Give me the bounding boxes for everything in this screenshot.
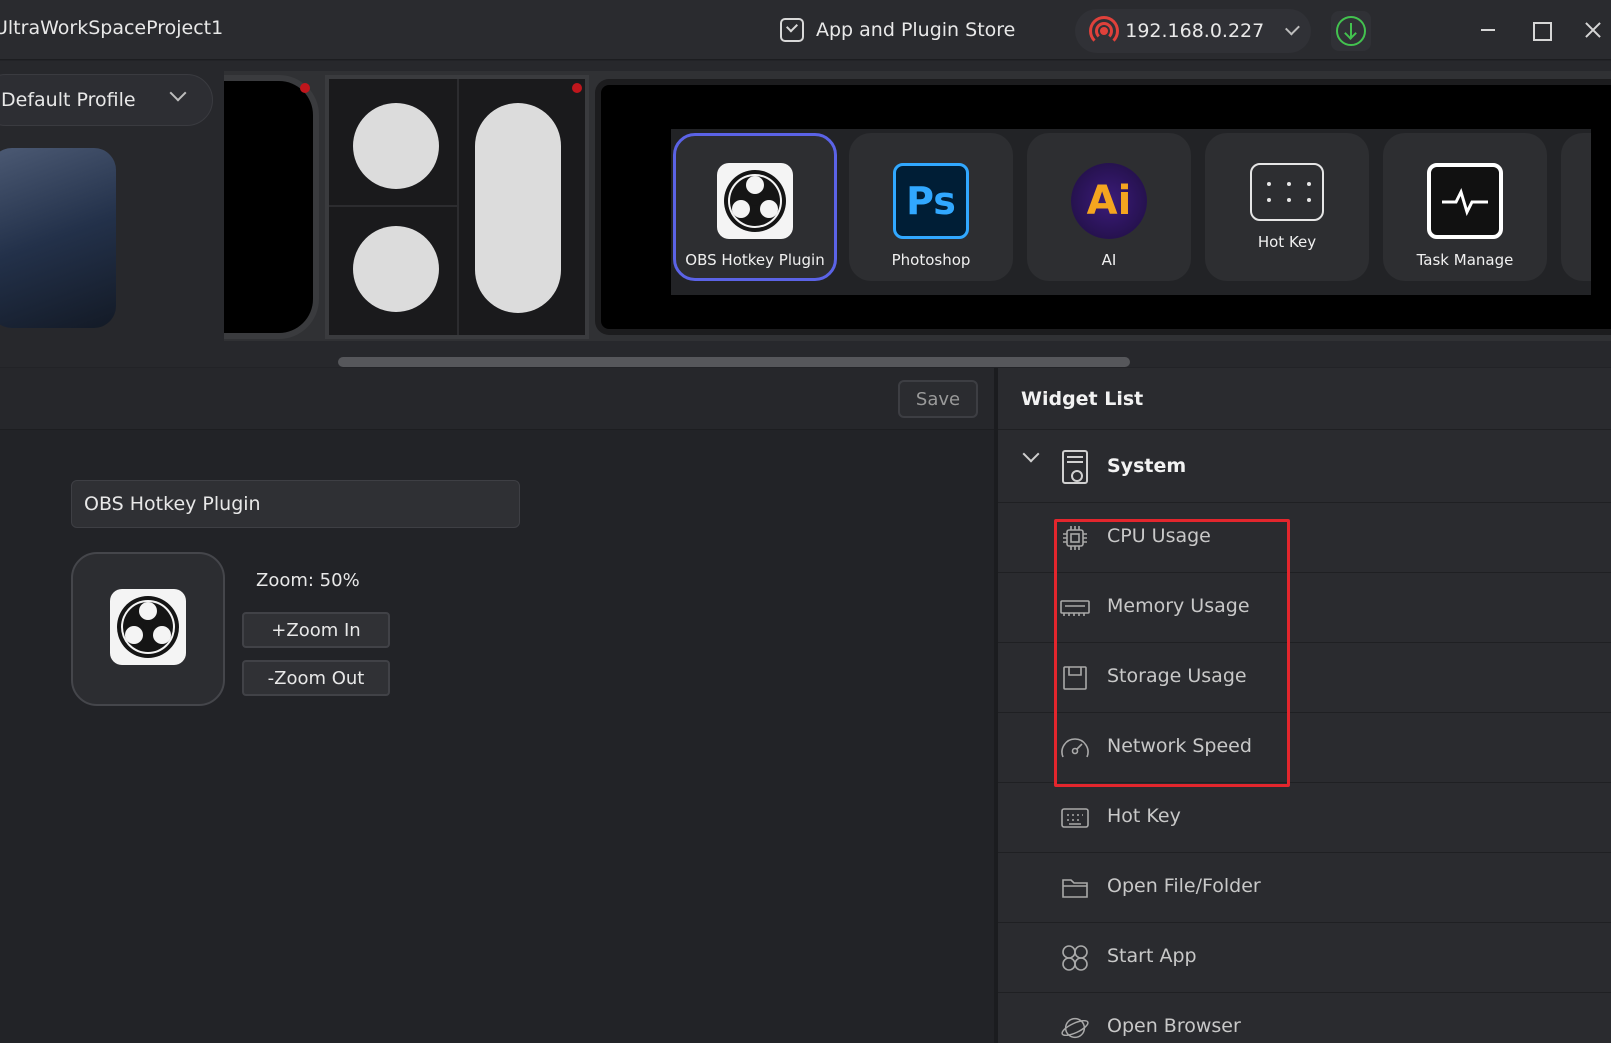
folder-icon	[1060, 874, 1090, 902]
window-title: UltraWorkSpaceProject1	[0, 17, 224, 39]
widget-label: Open Browser	[1107, 1015, 1241, 1037]
device-side-screen[interactable]	[224, 75, 319, 339]
cpu-icon	[1060, 524, 1090, 552]
store-icon	[780, 18, 804, 42]
widget-item-network-speed[interactable]: Network Speed	[998, 713, 1611, 783]
connection-signal-icon	[1089, 16, 1119, 46]
status-dot	[572, 83, 582, 93]
device-preview-strip: Default Profile OBS Hotkey Plugin Ps Pho…	[0, 61, 1611, 367]
download-icon	[1336, 16, 1366, 46]
tile-obs-hotkey-plugin[interactable]: OBS Hotkey Plugin	[673, 133, 837, 281]
tile-label: Task Manage	[1416, 251, 1514, 269]
chevron-down-icon	[1022, 445, 1040, 463]
pulse-icon	[1427, 163, 1503, 239]
tile-partial[interactable]	[1561, 133, 1591, 281]
strip-scrollbar[interactable]	[338, 357, 1130, 367]
zoom-out-button[interactable]: -Zoom Out	[242, 660, 390, 696]
widget-item-memory-usage[interactable]: Memory Usage	[998, 573, 1611, 643]
browser-icon	[1060, 1014, 1090, 1042]
storage-icon	[1060, 664, 1090, 692]
tile-task-manage[interactable]: Task Manage	[1383, 133, 1547, 281]
download-button[interactable]	[1331, 11, 1371, 51]
widget-item-storage-usage[interactable]: Storage Usage	[998, 643, 1611, 713]
knob-panel	[325, 75, 589, 339]
chevron-down-icon	[169, 84, 187, 102]
computer-tower-icon	[1062, 450, 1088, 484]
widget-label: Network Speed	[1107, 735, 1252, 757]
widget-label: Open File/Folder	[1107, 875, 1261, 897]
obs-icon	[717, 163, 793, 239]
widget-label: Start App	[1107, 945, 1197, 967]
knob-button[interactable]	[353, 226, 439, 312]
ai-icon: Ai	[1071, 163, 1147, 239]
app-store-button[interactable]: App and Plugin Store	[780, 16, 1015, 44]
widget-label: Hot Key	[1107, 805, 1181, 827]
app-grid-icon	[1060, 944, 1090, 972]
widget-item-hot-key[interactable]: Hot Key	[998, 783, 1611, 853]
widget-label: Memory Usage	[1107, 595, 1250, 617]
widget-label: CPU Usage	[1107, 525, 1211, 547]
widget-item-cpu-usage[interactable]: CPU Usage	[998, 503, 1611, 573]
tile-row: OBS Hotkey Plugin Ps Photoshop Ai AI Hot…	[671, 129, 1591, 295]
title-bar: UltraWorkSpaceProject1 App and Plugin St…	[0, 0, 1611, 60]
keyboard-icon	[1250, 163, 1324, 221]
widget-list-title: Widget List	[998, 368, 1611, 430]
save-button[interactable]: Save	[898, 380, 978, 418]
speedometer-icon	[1060, 734, 1090, 762]
maximize-button[interactable]	[1528, 17, 1554, 43]
editor-toolbar: Save	[0, 368, 996, 430]
app-store-label: App and Plugin Store	[816, 19, 1016, 41]
wallpaper-thumbnail[interactable]	[0, 148, 116, 328]
group-label: System	[1107, 455, 1187, 477]
widget-item-open-file-folder[interactable]: Open File/Folder	[998, 853, 1611, 923]
tile-label: AI	[1101, 251, 1117, 269]
tile-label: OBS Hotkey Plugin	[685, 251, 825, 269]
photoshop-icon: Ps	[893, 163, 969, 239]
tile-ai[interactable]: Ai AI	[1027, 133, 1191, 281]
widget-item-open-browser[interactable]: Open Browser	[998, 993, 1611, 1043]
widget-name-input[interactable]: OBS Hotkey Plugin	[71, 480, 520, 528]
icon-preview[interactable]	[71, 552, 225, 706]
device-selector[interactable]: 192.168.0.227	[1075, 9, 1311, 53]
close-button[interactable]	[1580, 17, 1606, 43]
chevron-down-icon	[1285, 20, 1300, 36]
widget-label: Storage Usage	[1107, 665, 1247, 687]
tile-photoshop[interactable]: Ps Photoshop	[849, 133, 1013, 281]
tile-label: Photoshop	[891, 251, 971, 269]
memory-icon	[1060, 594, 1090, 622]
widget-list-panel: Widget List System CPU Usage Memory Usag…	[998, 368, 1611, 1043]
keyboard-icon	[1060, 804, 1090, 832]
profile-dropdown[interactable]: Default Profile	[0, 74, 213, 126]
obs-icon	[110, 589, 186, 669]
zoom-in-button[interactable]: +Zoom In	[242, 612, 390, 648]
knob-button[interactable]	[353, 103, 439, 189]
slider-knob[interactable]	[475, 103, 561, 313]
minimize-button[interactable]	[1475, 17, 1501, 43]
device-touch-screen: OBS Hotkey Plugin Ps Photoshop Ai AI Hot…	[595, 79, 1611, 335]
profile-label: Default Profile	[1, 89, 136, 111]
tile-label: Hot Key	[1257, 233, 1317, 251]
tile-hot-key[interactable]: Hot Key	[1205, 133, 1369, 281]
device-ip: 192.168.0.227	[1125, 20, 1265, 42]
widget-group-system[interactable]: System	[998, 430, 1611, 503]
widget-item-start-app[interactable]: Start App	[998, 923, 1611, 993]
zoom-level: Zoom: 50%	[256, 570, 360, 591]
status-dot	[300, 83, 310, 93]
